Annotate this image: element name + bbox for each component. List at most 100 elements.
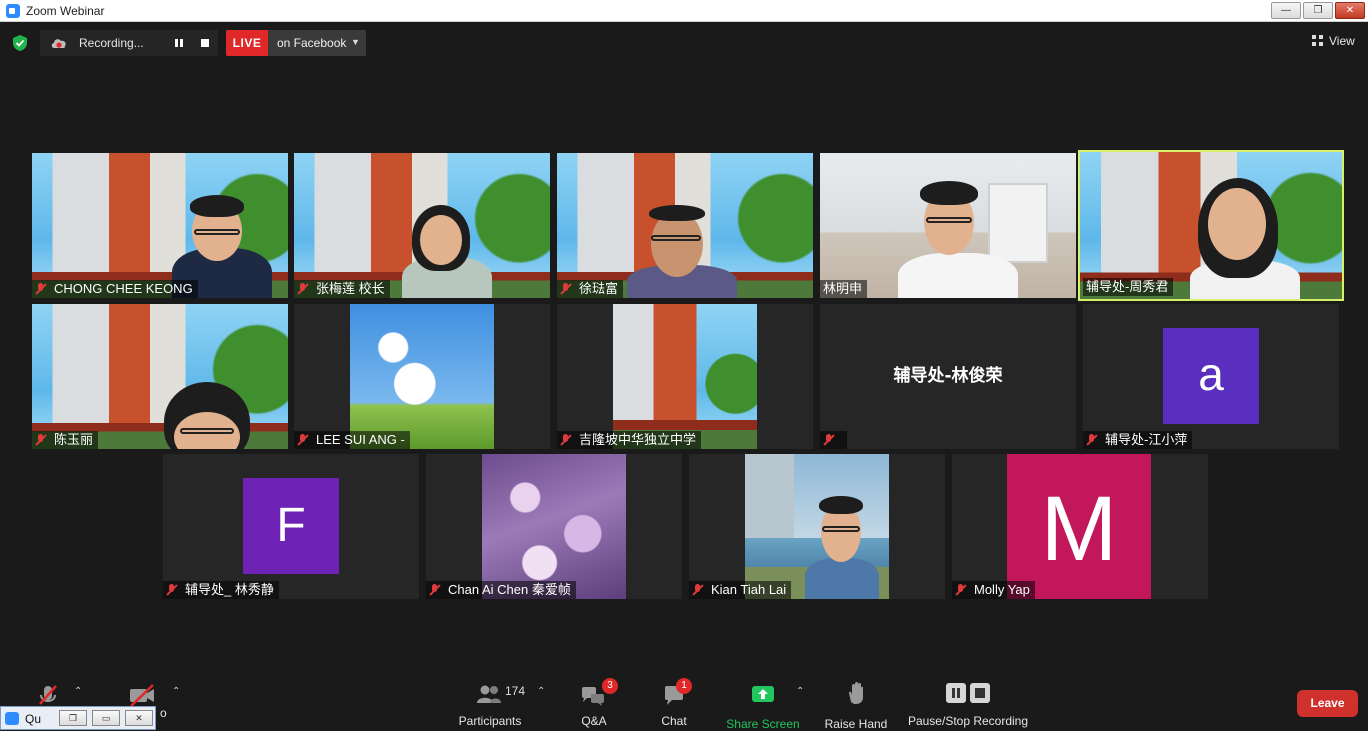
minimize-button[interactable]: — — [1271, 2, 1301, 19]
participant-glasses — [180, 428, 234, 434]
participant-name-tag: CHONG CHEE KEONG — [32, 280, 198, 298]
recording-controls-icon-wrap — [906, 680, 1030, 710]
video-tile[interactable]: Chan Ai Chen 秦爱帧 — [426, 454, 682, 599]
participant-glasses — [651, 235, 701, 241]
minimized-window[interactable]: Qu ❐ ▭ ✕ — [0, 706, 156, 730]
mini-close-button[interactable]: ✕ — [125, 710, 153, 726]
participant-name: 林明申 — [823, 281, 863, 296]
participant-body — [898, 253, 1018, 298]
share-screen-button[interactable]: Share Screen — [726, 672, 800, 731]
participant-name: 辅导处-江小萍 — [1105, 432, 1188, 447]
room-shelf — [988, 183, 1048, 263]
raise-hand-icon — [849, 682, 863, 704]
video-tile[interactable]: a 辅导处-江小萍 — [1083, 304, 1339, 449]
participant-name: LEE SUI ANG - — [316, 432, 405, 447]
participant-name-tag: 辅导处_ 林秀静 — [163, 581, 279, 599]
audio-options-chevron-icon[interactable]: ⌃ — [74, 686, 82, 697]
participant-head — [420, 215, 462, 265]
participant-name: 辅导处_ 林秀静 — [185, 582, 274, 597]
participant-avatar: F — [243, 478, 339, 574]
participants-chevron-icon[interactable]: ⌃ — [537, 686, 545, 697]
video-label: o — [160, 706, 167, 720]
chat-button[interactable]: 1 Chat — [654, 672, 694, 728]
participant-name-tag: 辅导处-江小萍 — [1083, 431, 1193, 449]
participant-name: 吉隆坡中华独立中学 — [579, 432, 697, 447]
video-tile[interactable]: 张梅莲 校长 — [294, 153, 550, 298]
participant-center-name: 辅导处-林俊荣 — [893, 366, 1003, 386]
video-tile[interactable]: 林明申 — [820, 153, 1076, 298]
chat-badge: 1 — [676, 678, 692, 694]
video-tile[interactable]: 吉隆坡中华独立中学 — [557, 304, 813, 449]
video-tile[interactable]: 辅导处-林俊荣 — [820, 304, 1076, 449]
participants-count: 174 — [505, 684, 526, 698]
raise-hand-button[interactable]: Raise Hand — [824, 672, 888, 731]
mic-muted-icon — [35, 283, 47, 295]
video-tile[interactable]: Kian Tiah Lai — [689, 454, 945, 599]
participants-icon-wrap: 174 — [452, 680, 528, 710]
pause-stop-recording-button[interactable]: Pause/Stop Recording — [906, 672, 1030, 728]
mic-muted-icon — [560, 283, 572, 295]
chevron-down-icon[interactable]: ▼ — [351, 37, 360, 47]
participant-name: Chan Ai Chen 秦爱帧 — [448, 582, 571, 597]
mini-restore-button[interactable]: ❐ — [59, 710, 87, 726]
participant-name-tag: 张梅莲 校长 — [294, 280, 390, 298]
video-tile[interactable]: CHONG CHEE KEONG — [32, 153, 288, 298]
participant-name-tag: LEE SUI ANG - — [294, 431, 410, 449]
participant-name-tag: Kian Tiah Lai — [689, 581, 792, 599]
participant-name: 辅导处-周秀君 — [1086, 279, 1169, 294]
restore-button[interactable]: ❐ — [1303, 2, 1333, 19]
participant-glasses — [194, 229, 240, 235]
qa-icon-wrap: 3 — [572, 678, 618, 710]
minimized-window-label: Qu — [25, 712, 42, 726]
mini-maximize-button[interactable]: ▭ — [92, 710, 120, 726]
participants-icon — [477, 685, 501, 703]
participant-name: CHONG CHEE KEONG — [54, 281, 193, 296]
share-screen-label: Share Screen — [726, 717, 800, 731]
qa-bubbles-icon — [582, 687, 604, 706]
school-image — [613, 304, 757, 449]
participant-hair — [819, 496, 863, 514]
participant-name: Molly Yap — [974, 582, 1030, 597]
participant-name-tag: 林明申 — [820, 280, 868, 298]
video-tile-active-speaker[interactable]: 辅导处-周秀君 — [1078, 150, 1344, 301]
video-tile[interactable]: LEE SUI ANG - — [294, 304, 550, 449]
mic-muted-icon — [297, 434, 309, 446]
participant-hair — [920, 181, 978, 205]
video-tile[interactable]: 徐琺富 — [557, 153, 813, 298]
raise-hand-label: Raise Hand — [824, 717, 888, 731]
participant-hair — [190, 195, 244, 217]
share-screen-icon — [752, 686, 774, 702]
security-shield-icon[interactable] — [12, 34, 28, 52]
stop-recording-icon[interactable] — [200, 38, 210, 48]
video-tile[interactable]: M Molly Yap — [952, 454, 1208, 599]
participant-name-tag: 徐琺富 — [557, 280, 624, 298]
video-tile[interactable]: F 辅导处_ 林秀静 — [163, 454, 419, 599]
participant-name-tag: 陈玉丽 — [32, 431, 99, 449]
chat-icon-wrap: 1 — [654, 678, 694, 710]
participant-head — [1208, 188, 1266, 260]
qa-button[interactable]: 3 Q&A — [572, 672, 618, 728]
share-options-chevron-icon[interactable]: ⌃ — [796, 686, 804, 697]
mic-muted-icon — [429, 584, 441, 596]
mic-muted-icon — [35, 434, 47, 446]
sky-field-image — [350, 304, 494, 449]
pause-recording-icon[interactable] — [174, 38, 184, 48]
participant-glasses — [822, 526, 860, 532]
meeting-toolbar: ⌃ o ⌃ 174 Participants ⌃ 3 Q&A 1 Chat Sh… — [0, 672, 1368, 731]
participant-name: 张梅莲 校长 — [316, 281, 385, 296]
video-options-chevron-icon[interactable]: ⌃ — [172, 686, 180, 697]
recording-indicator: Recording... — [40, 30, 218, 56]
video-tile[interactable]: 陈玉丽 — [32, 304, 288, 449]
leave-button[interactable]: Leave — [1297, 690, 1358, 717]
view-button[interactable]: View — [1312, 34, 1355, 48]
live-stream-button[interactable]: LIVE on Facebook ▼ — [226, 30, 366, 56]
participant-avatar: M — [1007, 454, 1151, 599]
qa-label: Q&A — [581, 714, 607, 728]
meeting-topbar: Recording... LIVE on Facebook ▼ View — [0, 22, 1368, 62]
participants-button[interactable]: 174 Participants — [452, 672, 528, 728]
pause-icon — [946, 683, 966, 703]
mic-muted-icon — [955, 584, 967, 596]
mic-muted-icon — [1086, 434, 1098, 446]
close-button[interactable]: ✕ — [1335, 2, 1365, 19]
pause-stop-recording-label: Pause/Stop Recording — [907, 714, 1029, 728]
